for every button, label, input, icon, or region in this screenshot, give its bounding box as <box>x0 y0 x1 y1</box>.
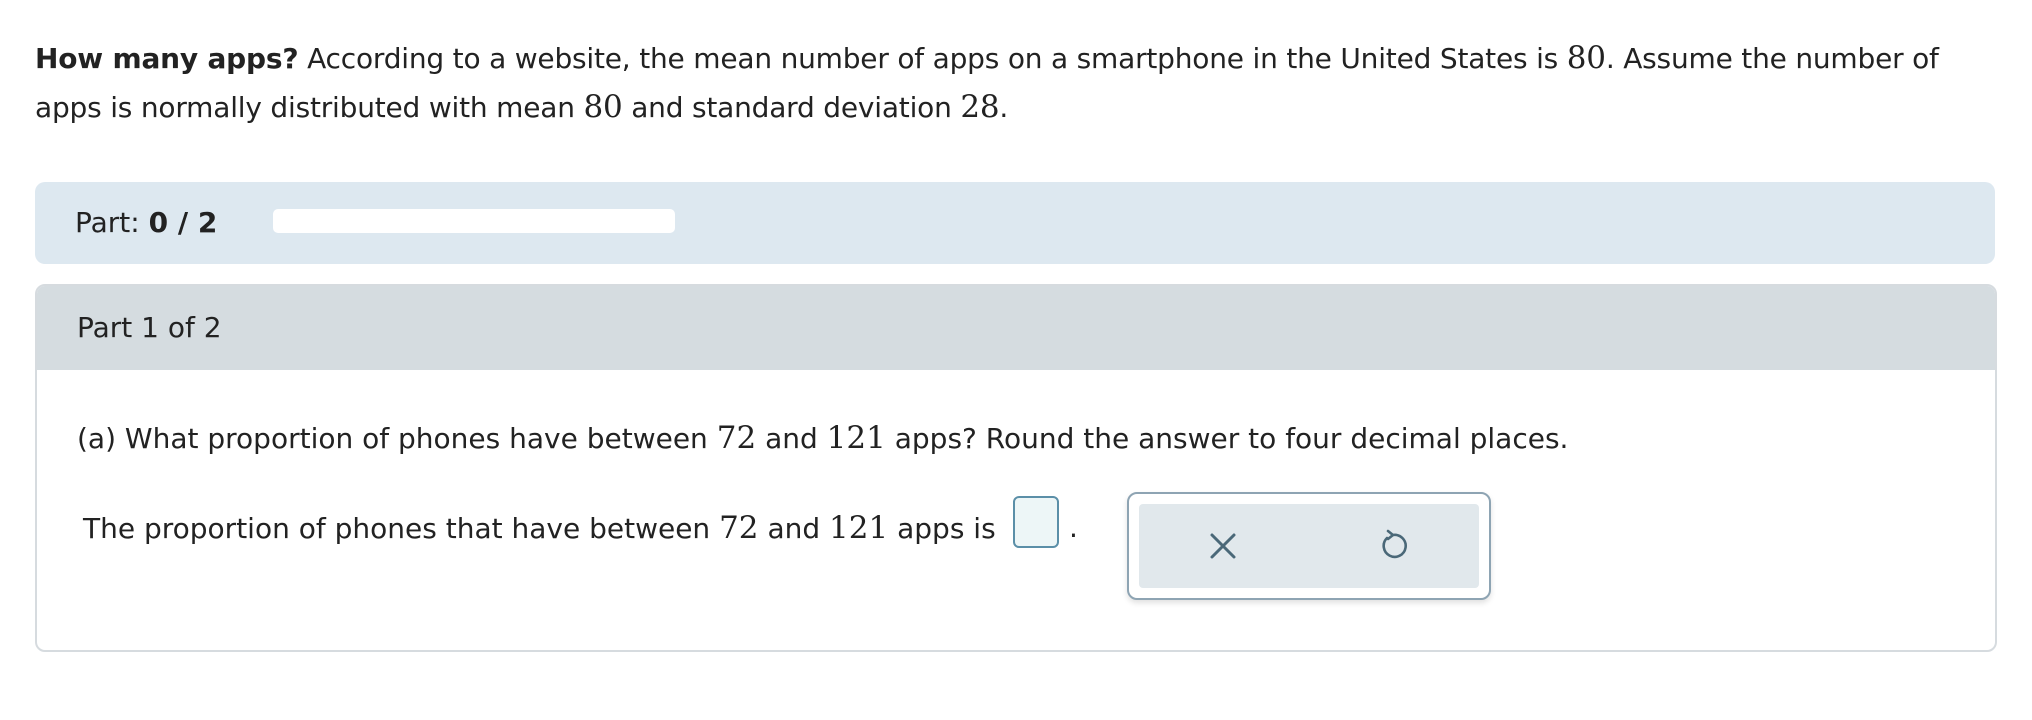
question-prefix: (a) What proportion of phones have betwe… <box>77 422 708 455</box>
answer-sentence: The proportion of phones that have betwe… <box>83 504 996 553</box>
answer-prefix: The proportion of phones that have betwe… <box>83 512 711 545</box>
part-progress-label: Part: 0 / 2 <box>75 206 217 240</box>
problem-text-4: . <box>999 91 1009 124</box>
answer-input[interactable] <box>1013 496 1059 548</box>
x-icon <box>1210 533 1236 559</box>
problem-title: How many apps? <box>35 42 299 75</box>
part-header: Part 1 of 2 <box>37 286 1995 370</box>
mean-value-2: 80 <box>583 89 623 125</box>
problem-text-3: and standard deviation <box>631 91 952 124</box>
undo-button[interactable] <box>1371 524 1415 568</box>
undo-icon <box>1382 529 1407 559</box>
answer-tools-popup <box>1127 492 1491 600</box>
answer-low: 72 <box>719 510 759 546</box>
answer-high: 121 <box>829 510 889 546</box>
part-progress-bar: Part: 0 / 2 <box>35 182 1995 264</box>
answer-suffix: apps is <box>897 512 996 545</box>
part-header-title: Part 1 of 2 <box>77 311 222 344</box>
answer-tools-panel <box>1139 504 1479 588</box>
answer-period: . <box>1069 511 1078 544</box>
part-count: 0 / 2 <box>148 206 218 239</box>
part-label-text: Part: <box>75 206 140 239</box>
question-and: and <box>765 422 818 455</box>
question-text: (a) What proportion of phones have betwe… <box>77 414 1568 463</box>
problem-text-1: According to a website, the mean number … <box>307 42 1559 75</box>
progress-track <box>273 209 675 233</box>
part-card: Part 1 of 2 (a) What proportion of phone… <box>35 284 1997 652</box>
answer-and: and <box>767 512 821 545</box>
question-low: 72 <box>716 420 757 456</box>
mean-value: 80 <box>1566 40 1606 76</box>
problem-statement: How many apps? According to a website, t… <box>35 34 2003 132</box>
question-high: 121 <box>826 420 886 456</box>
sd-value: 28 <box>960 89 1000 125</box>
clear-button[interactable] <box>1201 524 1245 568</box>
question-suffix: apps? Round the answer to four decimal p… <box>894 422 1569 455</box>
